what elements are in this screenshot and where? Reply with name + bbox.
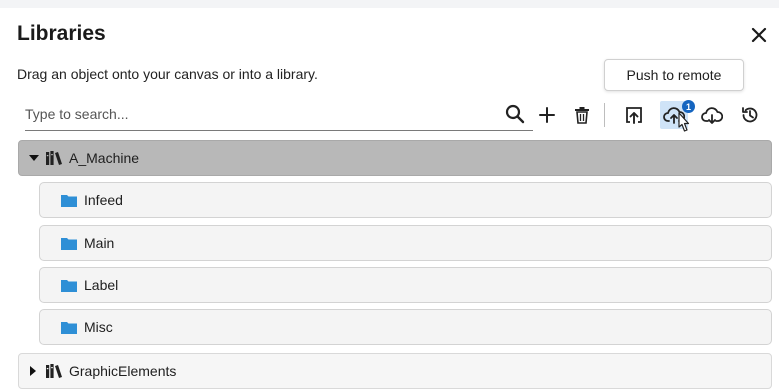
panel-title: Libraries xyxy=(17,22,106,45)
close-button[interactable] xyxy=(746,22,772,48)
folder-row-label[interactable]: Label xyxy=(39,267,772,303)
library-row-graphicelements[interactable]: GraphicElements xyxy=(18,353,772,389)
library-icon xyxy=(45,150,63,166)
import-button[interactable] xyxy=(622,103,646,127)
push-tooltip: Push to remote xyxy=(604,59,744,91)
folder-name: Infeed xyxy=(84,192,123,208)
download-cloud-icon xyxy=(701,107,723,124)
search-icon[interactable] xyxy=(505,104,525,129)
caret-right-icon[interactable] xyxy=(29,366,39,376)
folder-icon xyxy=(61,279,77,292)
history-button[interactable] xyxy=(738,103,762,127)
folder-icon xyxy=(61,194,77,207)
top-strip xyxy=(0,0,779,8)
folder-name: Main xyxy=(84,235,115,251)
folder-name: Misc xyxy=(84,319,113,335)
folder-icon xyxy=(61,237,77,250)
folder-icon xyxy=(61,321,77,334)
close-icon xyxy=(751,27,767,43)
add-button[interactable] xyxy=(535,103,559,127)
folder-name: Label xyxy=(84,277,119,293)
library-row-a-machine[interactable]: A_Machine xyxy=(18,140,772,176)
plus-icon xyxy=(539,107,555,123)
library-name: GraphicElements xyxy=(69,363,177,379)
search-input[interactable] xyxy=(25,100,495,128)
folder-row-infeed[interactable]: Infeed xyxy=(39,182,772,218)
delete-button[interactable] xyxy=(570,103,594,127)
folder-row-misc[interactable]: Misc xyxy=(39,309,772,345)
folder-row-main[interactable]: Main xyxy=(39,225,772,261)
library-name: A_Machine xyxy=(69,150,140,166)
library-icon xyxy=(45,363,63,379)
trash-icon xyxy=(575,107,589,124)
pull-from-remote-button[interactable] xyxy=(700,103,724,127)
toolbar-divider xyxy=(604,103,605,127)
history-icon xyxy=(742,107,758,123)
search-box xyxy=(25,100,533,131)
mouse-pointer-icon xyxy=(674,112,692,143)
caret-down-icon[interactable] xyxy=(29,154,39,162)
panel-subtitle: Drag an object onto your canvas or into … xyxy=(17,66,318,82)
import-icon xyxy=(626,107,642,124)
